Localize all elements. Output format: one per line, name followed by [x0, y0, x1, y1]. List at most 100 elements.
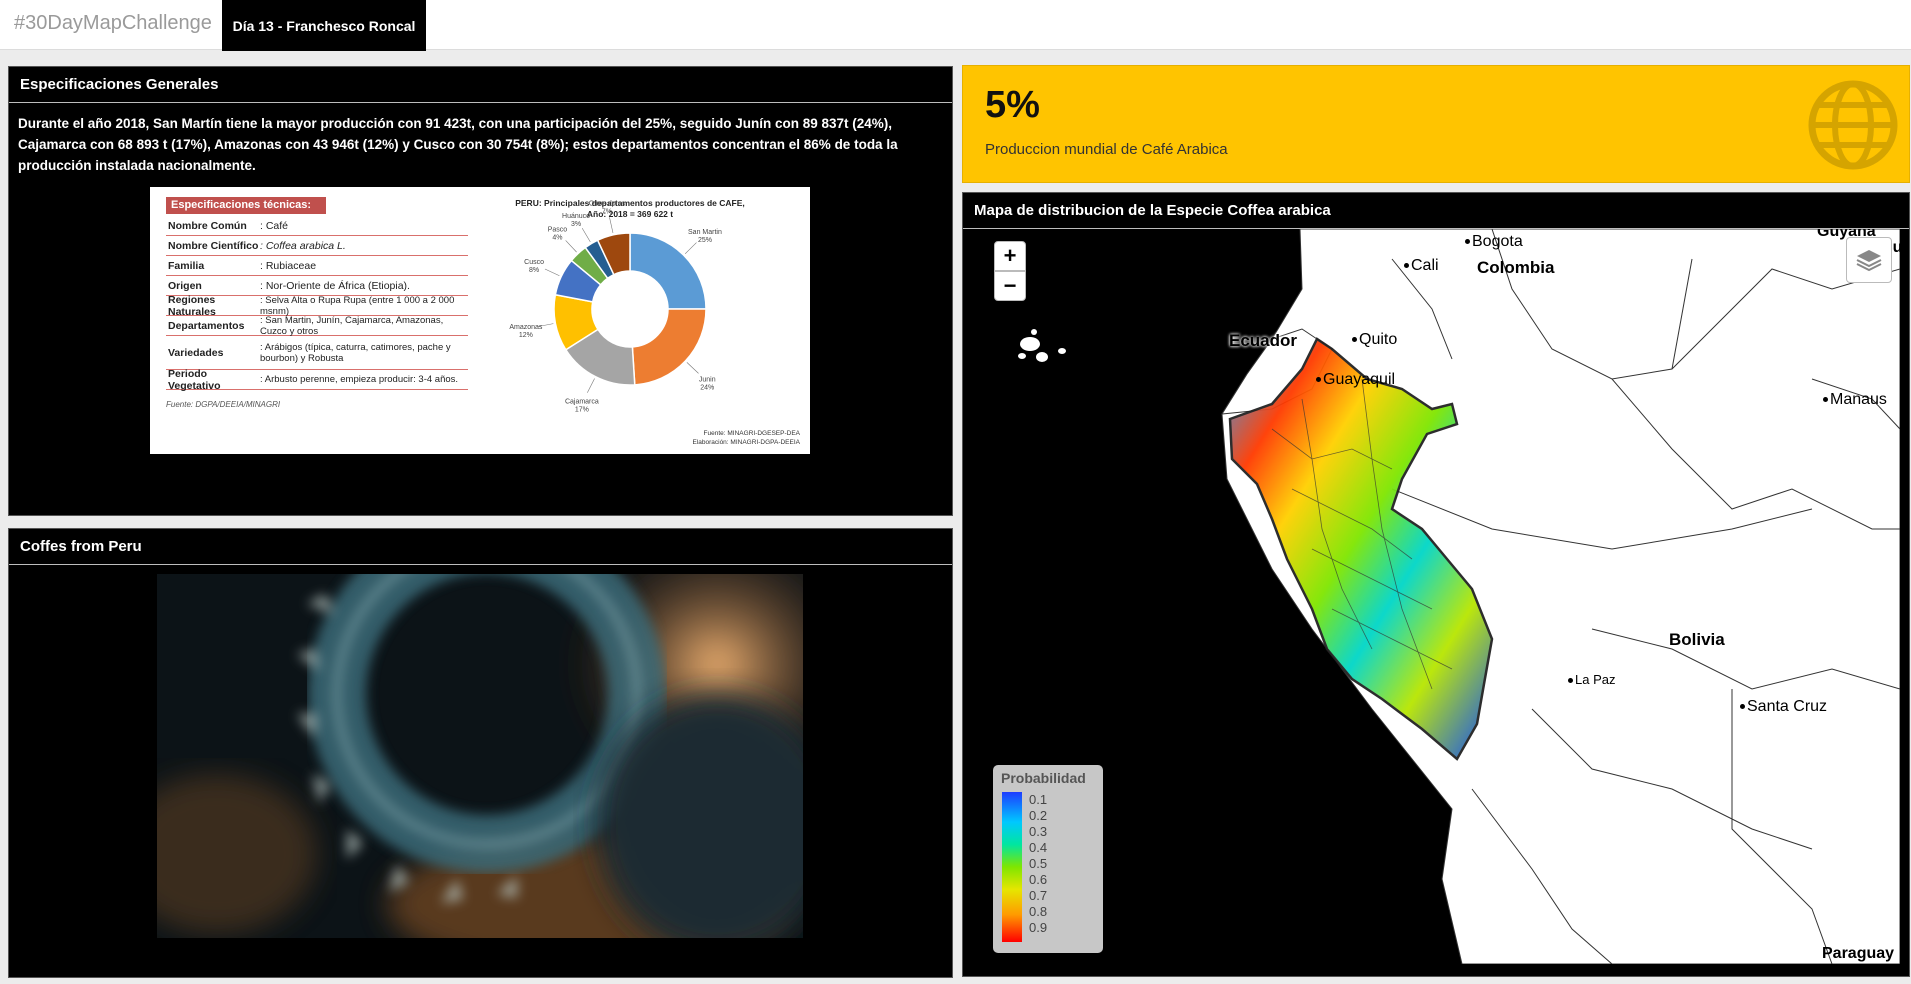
spec-row: Nombre Común : Café	[166, 216, 468, 236]
city-label: Santa Cruz	[1747, 698, 1828, 715]
spec-table-title: Especificaciones técnicas:	[166, 197, 326, 214]
pie-label: Amazonas 12%	[509, 324, 543, 339]
legend-label: 0.8	[1029, 904, 1048, 919]
spec-panel-title: Especificaciones Generales	[9, 67, 952, 103]
pie-leader-line	[684, 242, 697, 255]
layers-control-button[interactable]	[1846, 237, 1892, 283]
pie-label: Pasco 4%	[548, 227, 568, 242]
spec-row-label: Origen	[168, 279, 202, 292]
pie-leader-line	[581, 227, 591, 243]
map-panel: Mapa de distribucion de la Especie Coffe…	[962, 192, 1910, 977]
city-label: Cali	[1411, 257, 1439, 274]
pie-leader-line	[686, 362, 699, 374]
legend-label: 0.6	[1029, 872, 1048, 887]
spec-panel: Especificaciones Generales Durante el añ…	[8, 66, 953, 516]
video-panel: Coffes from Peru	[8, 528, 953, 978]
kpi-value: 5%	[985, 84, 1040, 126]
legend-label: 0.2	[1029, 808, 1048, 823]
legend-label: 0.5	[1029, 856, 1048, 871]
spec-row: Nombre Científico: Coffea arabica L.	[166, 236, 468, 256]
probability-legend: Probabilidad 0.1 0.2 0.3 0.4 0.5 0.6 0.7…	[993, 765, 1103, 953]
pie-leader-line	[587, 378, 595, 393]
legend-label: 0.4	[1029, 840, 1048, 855]
spec-row-label: Regiones Naturales	[168, 293, 216, 318]
spec-row: Variedades : Arábigos (típica, caturra, c…	[166, 336, 468, 370]
city-label: Guayaquil	[1323, 371, 1396, 388]
city-label: Manaus	[1830, 391, 1887, 408]
spec-row-label: Variedades	[168, 346, 224, 359]
spec-row-label: Nombre Científico	[168, 239, 259, 252]
city-guayaquil: Guayaquil	[1316, 371, 1395, 389]
pie-label: Cajamarca 17%	[565, 398, 599, 413]
city-label: Quito	[1359, 331, 1398, 348]
country-label: Paraguay	[1822, 945, 1895, 962]
spec-row-value: : Nor-Oriente de África (Etiopia).	[260, 279, 410, 292]
spec-row-value: : Café	[260, 219, 289, 232]
pie-leader-line	[565, 240, 577, 253]
legend-color-bar	[1002, 792, 1022, 942]
pie-source-2: Elaboración: MINAGRI-DGPA-DEEIA	[692, 439, 800, 446]
country-label: Colombia	[1477, 258, 1555, 277]
legend-title: Probabilidad	[1001, 770, 1086, 786]
kpi-box: 5% Produccion mundial de Café Arabica	[962, 65, 1910, 183]
spec-figure: Especificaciones técnicas: Nombre Común:…	[150, 187, 810, 454]
legend-label: 0.3	[1029, 824, 1048, 839]
spec-row: Regiones Naturales : Selva Alta o Rupa Ru…	[166, 293, 468, 318]
country-label: Ecuador	[1229, 331, 1298, 350]
pie-label: Junin 24%	[699, 377, 716, 392]
pie-title-2: Año: 2018 = 369 622 t	[587, 209, 673, 219]
city-quito: Quito	[1352, 331, 1397, 349]
city-manaus: Manaus	[1823, 391, 1887, 409]
city-bogota: Bogota	[1465, 233, 1523, 251]
pie-slice	[631, 308, 707, 386]
brand-title[interactable]: #30DayMapChallenge	[14, 12, 212, 35]
pie-label: Cusco 8%	[524, 259, 544, 274]
legend-label: 0.7	[1029, 888, 1048, 903]
zoom-out-button[interactable]: −	[994, 271, 1026, 301]
country-colombia: Colombia	[1477, 258, 1554, 278]
pie-source-1: Fuente: MINAGRI-DGESEP-DEA	[704, 430, 801, 437]
spec-row: Departamentos: San Martin, Junín, Cajama…	[166, 315, 468, 337]
pie-leader-line	[544, 268, 560, 277]
spec-description: Durante el año 2018, San Martín tiene la…	[18, 116, 898, 173]
leaflet-map[interactable]: Guyana Su Bogota Cali Colombia Ecuador Q…	[972, 229, 1900, 964]
spec-row-value: : Selva Alta o Rupa Rupa (entre 1 000 a …	[260, 294, 455, 317]
pie-label: San Martin 25%	[688, 229, 722, 244]
country-label: Bolivia	[1669, 630, 1725, 649]
map-canvas	[1018, 229, 1900, 964]
gear-image	[157, 574, 803, 938]
legend-label: 0.9	[1029, 920, 1048, 935]
pie-chart: PERU: Principales departamentos producto…	[509, 198, 801, 446]
top-navbar: #30DayMapChallenge Día 13 - Franchesco R…	[0, 0, 1911, 51]
tab-dia-13[interactable]: Día 13 - Franchesco Roncal	[222, 0, 426, 51]
zoom-in-button[interactable]: +	[994, 241, 1026, 271]
city-lapaz: La Paz	[1568, 672, 1615, 687]
city-cali: Cali	[1404, 257, 1439, 275]
map-panel-title: Mapa de distribucion de la Especie Coffe…	[963, 193, 1909, 229]
city-label: Bogota	[1472, 233, 1523, 250]
layers-icon	[1856, 250, 1882, 272]
spec-row-value: : Coffea arabica L.	[260, 239, 346, 252]
spec-row-label: Departamentos	[168, 319, 245, 332]
city-santacruz: Santa Cruz	[1740, 698, 1827, 716]
spec-row-value: : Arábigos (típica, caturra, catimores, …	[260, 341, 451, 364]
pie-label: Huánuco 3%	[562, 213, 590, 228]
kpi-label: Produccion mundial de Café Arabica	[985, 141, 1228, 158]
country-paraguay: Paraguay	[1822, 945, 1894, 963]
video-panel-title: Coffes from Peru	[9, 529, 952, 565]
country-bolivia: Bolivia	[1669, 630, 1725, 650]
spec-row-label: Periodo Vegetativo	[168, 367, 221, 392]
city-label: La Paz	[1575, 672, 1616, 687]
spec-row-value: : Arbusto perenne, empieza producir: 3-4…	[260, 374, 459, 385]
spec-source: Fuente: DGPA/DEEIA/MINAGRI	[166, 400, 281, 409]
spec-row-label: Familia	[168, 259, 205, 272]
globe-icon	[1808, 80, 1898, 170]
spec-row: Familia : Rubiaceae	[166, 256, 468, 276]
spec-row: Periodo Vegetativo : Arbusto perenne, emp…	[166, 367, 468, 392]
pie-title-1: PERU: Principales departamentos producto…	[515, 198, 745, 208]
spec-row-label: Nombre Común	[168, 219, 247, 232]
pie-leader-line	[609, 217, 614, 233]
spec-row-value: : Rubiaceae	[260, 259, 317, 272]
coffee-video[interactable]	[157, 574, 803, 938]
legend-label: 0.1	[1029, 792, 1048, 807]
